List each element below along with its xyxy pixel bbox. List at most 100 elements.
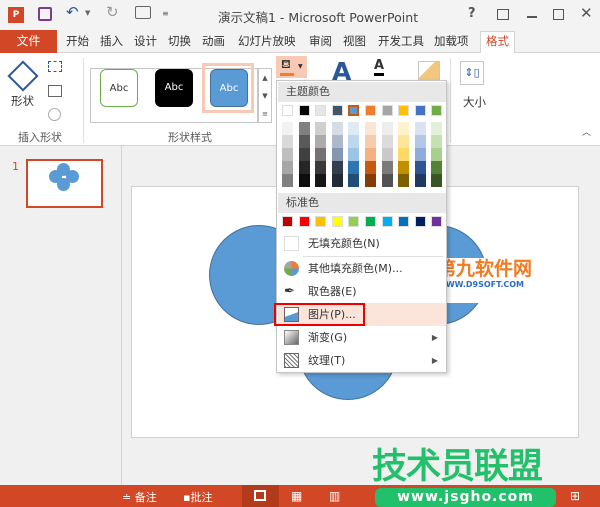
text-fill-icon[interactable]: A: [374, 58, 385, 76]
theme-shade-swatch[interactable]: [431, 122, 443, 135]
standard-color-swatch[interactable]: [365, 216, 376, 227]
standard-color-swatch[interactable]: [431, 216, 443, 227]
tab-home[interactable]: 开始: [63, 32, 92, 53]
tab-slideshow[interactable]: 幻灯片放映: [235, 32, 299, 53]
tab-file[interactable]: 文件: [0, 30, 57, 53]
theme-shade-swatch[interactable]: [298, 174, 310, 187]
theme-shade-swatch[interactable]: [398, 148, 410, 161]
theme-shade-swatch[interactable]: [381, 161, 393, 174]
fit-slide-icon[interactable]: ⊞: [570, 489, 580, 503]
undo-dropdown-icon[interactable]: ▼: [85, 9, 90, 17]
standard-color-swatch[interactable]: [315, 216, 327, 227]
tab-view[interactable]: 视图: [340, 32, 369, 53]
collapse-ribbon-icon[interactable]: ︿: [582, 125, 591, 138]
theme-shade-swatch[interactable]: [315, 174, 327, 187]
undo-icon[interactable]: ↶: [66, 3, 79, 21]
theme-shade-swatch[interactable]: [414, 148, 426, 161]
theme-shade-swatch[interactable]: [282, 161, 293, 174]
tab-review[interactable]: 审阅: [306, 32, 335, 53]
size-button[interactable]: 大小: [463, 94, 486, 110]
style-sample-outline[interactable]: Abc: [100, 69, 138, 107]
theme-shade-swatch[interactable]: [398, 174, 410, 187]
theme-color-swatch[interactable]: [398, 105, 410, 116]
theme-shade-swatch[interactable]: [398, 122, 410, 135]
shapes-icon[interactable]: [7, 60, 39, 92]
ribbon-display-options-icon[interactable]: [497, 9, 509, 20]
theme-shade-swatch[interactable]: [315, 148, 327, 161]
theme-shade-swatch[interactable]: [431, 148, 443, 161]
close-button[interactable]: ✕: [580, 4, 593, 22]
theme-shade-swatch[interactable]: [282, 122, 293, 135]
standard-color-swatch[interactable]: [381, 216, 393, 227]
theme-shade-swatch[interactable]: [381, 174, 393, 187]
theme-color-swatch[interactable]: [282, 105, 293, 116]
theme-shade-swatch[interactable]: [398, 161, 410, 174]
theme-shade-swatch[interactable]: [348, 122, 360, 135]
menu-item-picture[interactable]: 图片(P)...: [274, 303, 446, 326]
standard-color-swatch[interactable]: [398, 216, 410, 227]
menu-item-gradient[interactable]: 渐变(G) ▶: [278, 326, 446, 349]
theme-shade-swatch[interactable]: [298, 148, 310, 161]
theme-shade-swatch[interactable]: [348, 161, 360, 174]
standard-color-swatch[interactable]: [282, 216, 293, 227]
notes-button[interactable]: ≐ 备注: [122, 489, 157, 505]
edit-shape-icon[interactable]: [48, 61, 62, 72]
menu-item-more-colors[interactable]: 其他填充颜色(M)...: [278, 257, 446, 280]
theme-shade-swatch[interactable]: [365, 122, 376, 135]
theme-shade-swatch[interactable]: [331, 122, 343, 135]
theme-color-swatch[interactable]: [331, 105, 343, 116]
theme-shade-swatch[interactable]: [431, 161, 443, 174]
style-sample-blue[interactable]: Abc: [210, 69, 248, 107]
tab-animations[interactable]: 动画: [199, 32, 228, 53]
merge-shapes-icon[interactable]: [48, 108, 61, 121]
theme-color-swatch[interactable]: [414, 105, 426, 116]
normal-view-button[interactable]: [242, 485, 279, 507]
theme-shade-swatch[interactable]: [315, 122, 327, 135]
minimize-button[interactable]: [527, 16, 537, 18]
standard-color-swatch[interactable]: [331, 216, 343, 227]
theme-shade-swatch[interactable]: [348, 135, 360, 148]
theme-shade-swatch[interactable]: [365, 161, 376, 174]
theme-shade-swatch[interactable]: [414, 122, 426, 135]
theme-shade-swatch[interactable]: [298, 122, 310, 135]
customize-qat-icon[interactable]: ≡: [162, 9, 169, 18]
tab-transitions[interactable]: 切换: [165, 32, 194, 53]
tab-developer[interactable]: 开发工具: [375, 32, 427, 53]
theme-shade-swatch[interactable]: [331, 174, 343, 187]
theme-shade-swatch[interactable]: [282, 174, 293, 187]
standard-color-swatch[interactable]: [414, 216, 426, 227]
theme-shade-swatch[interactable]: [381, 148, 393, 161]
tab-design[interactable]: 设计: [131, 32, 160, 53]
size-icon[interactable]: ⇕▯: [460, 61, 484, 85]
help-button[interactable]: ?: [468, 6, 476, 21]
standard-color-swatch[interactable]: [348, 216, 360, 227]
theme-shade-swatch[interactable]: [381, 122, 393, 135]
gallery-scroll-up[interactable]: ▲ ▼ ≡: [258, 68, 272, 123]
theme-shade-swatch[interactable]: [365, 174, 376, 187]
redo-icon[interactable]: ↻: [106, 3, 119, 21]
standard-color-swatch[interactable]: [298, 216, 310, 227]
theme-shade-swatch[interactable]: [331, 161, 343, 174]
theme-shade-swatch[interactable]: [381, 135, 393, 148]
save-icon[interactable]: [38, 7, 52, 21]
tab-insert[interactable]: 插入: [97, 32, 126, 53]
style-sample-black[interactable]: Abc: [155, 69, 193, 107]
theme-shade-swatch[interactable]: [431, 135, 443, 148]
theme-color-swatch[interactable]: [298, 105, 310, 116]
slideshow-icon[interactable]: [135, 6, 151, 19]
reading-view-icon[interactable]: ▥: [329, 489, 340, 503]
text-box-icon[interactable]: [48, 85, 62, 97]
theme-color-swatch[interactable]: [365, 105, 376, 116]
shapes-button[interactable]: 形状: [11, 93, 34, 109]
theme-shade-swatch[interactable]: [365, 148, 376, 161]
theme-shade-swatch[interactable]: [365, 135, 376, 148]
theme-shade-swatch[interactable]: [298, 135, 310, 148]
theme-color-swatch[interactable]: [381, 105, 393, 116]
theme-color-swatch[interactable]: [348, 105, 360, 116]
theme-shade-swatch[interactable]: [331, 135, 343, 148]
theme-shade-swatch[interactable]: [348, 148, 360, 161]
theme-shade-swatch[interactable]: [315, 135, 327, 148]
theme-color-swatch[interactable]: [315, 105, 327, 116]
slide-sorter-icon[interactable]: ▦: [291, 489, 302, 503]
shape-fill-button[interactable]: ⛾ ▼: [276, 56, 307, 78]
